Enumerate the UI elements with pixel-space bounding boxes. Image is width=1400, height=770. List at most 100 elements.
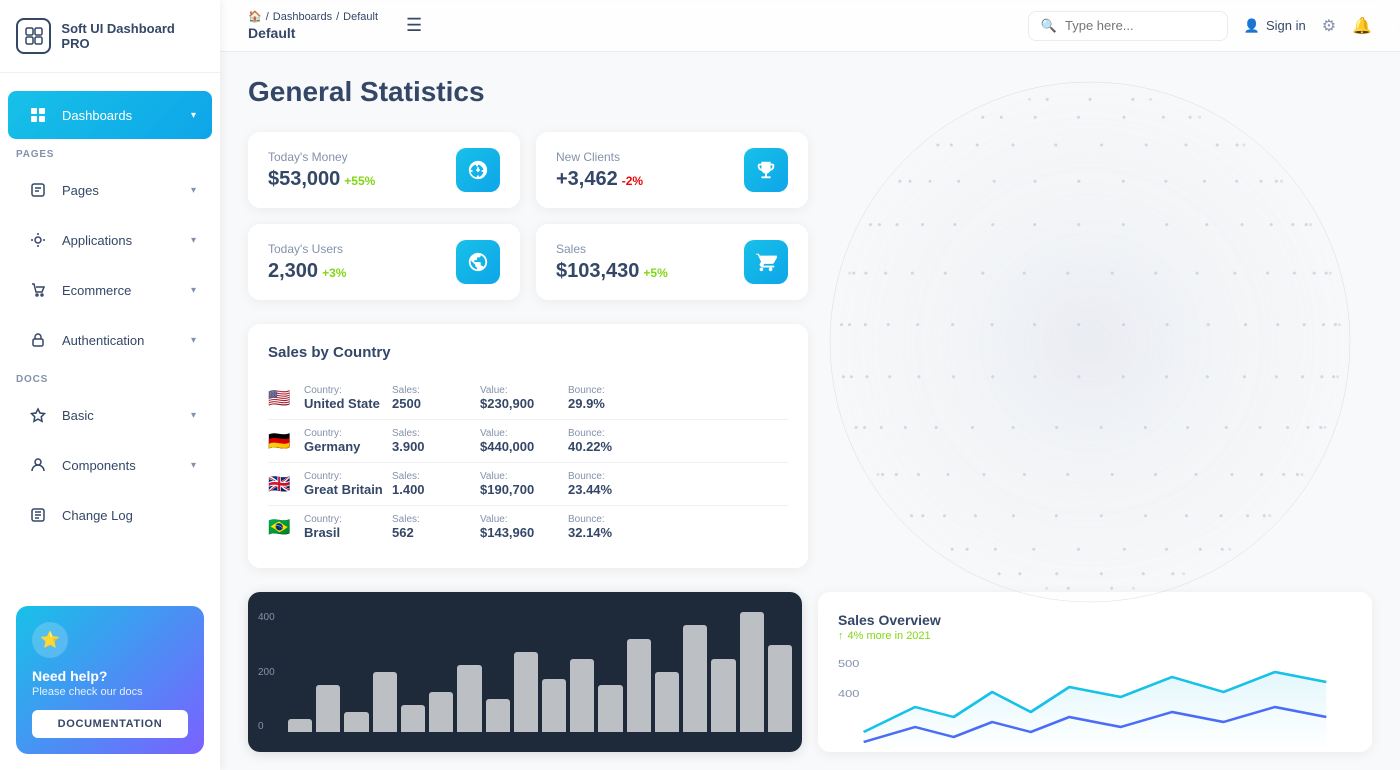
bar	[429, 692, 453, 732]
header: 🏠 / Dashboards / Default Default ☰ 🔍 👤 S…	[220, 0, 1400, 52]
sidebar-item-applications[interactable]: Applications ▾	[8, 216, 212, 264]
sales-overview-trend: ↑ 4% more in 2021	[838, 630, 1352, 642]
stat-card-money: Today's Money $53,000+55%	[248, 132, 520, 208]
bar	[288, 719, 312, 732]
pages-section-label: PAGES	[0, 141, 220, 164]
sidebar-item-basic[interactable]: Basic ▾	[8, 391, 212, 439]
docs-section-label: DOCS	[0, 366, 220, 389]
components-chevron: ▾	[191, 460, 196, 471]
dashboards-label: Dashboards	[62, 108, 132, 123]
authentication-icon	[24, 326, 52, 354]
users-change: +3%	[322, 266, 346, 280]
clients-label: New Clients	[556, 150, 744, 164]
money-value: $53,000+55%	[268, 168, 456, 191]
sidebar-item-ecommerce[interactable]: Ecommerce ▾	[8, 266, 212, 314]
users-value: 2,300+3%	[268, 260, 456, 283]
help-subtitle: Please check our docs	[32, 686, 188, 698]
authentication-label: Authentication	[62, 333, 144, 348]
globe-background	[800, 52, 1400, 672]
trend-text: 4% more in 2021	[848, 630, 931, 642]
money-change: +55%	[344, 174, 375, 188]
value-gb: $190,700	[480, 482, 560, 497]
y-label-400: 400	[258, 612, 275, 623]
sidebar-item-changelog[interactable]: Change Log	[8, 491, 212, 539]
bar-chart-y-labels: 400 200 0	[258, 612, 275, 732]
country-row-br: 🇧🇷 Country: Brasil Sales: 562 Value: $14…	[268, 506, 788, 548]
sidebar-item-pages[interactable]: Pages ▾	[8, 166, 212, 214]
value-us: $230,900	[480, 396, 560, 411]
breadcrumb-sep2: /	[336, 11, 339, 23]
country-row-us: 🇺🇸 Country: United State Sales: 2500 Val…	[268, 377, 788, 420]
flag-us: 🇺🇸	[268, 388, 296, 408]
documentation-button[interactable]: DOCUMENTATION	[32, 710, 188, 738]
basic-chevron: ▾	[191, 410, 196, 421]
sales-overview-title: Sales Overview	[838, 612, 1352, 628]
sales-overview-card: Sales Overview ↑ 4% more in 2021 500 400	[818, 592, 1372, 752]
stats-grid: Today's Money $53,000+55% New Clients	[248, 132, 808, 300]
sales-icon-box	[744, 240, 788, 284]
bar	[316, 685, 340, 732]
components-label: Components	[62, 458, 136, 473]
stat-card-users: Today's Users 2,300+3%	[248, 224, 520, 300]
col-label-bounce: Bounce:	[568, 385, 648, 396]
money-label: Today's Money	[268, 150, 456, 164]
bar	[711, 659, 735, 732]
dashboards-chevron: ▾	[191, 110, 196, 121]
breadcrumb-path: 🏠 / Dashboards / Default	[248, 10, 378, 23]
money-icon-box	[456, 148, 500, 192]
bell-icon[interactable]: 🔔	[1352, 16, 1372, 36]
bar	[344, 712, 368, 732]
country-row-de: 🇩🇪 Country: Germany Sales: 3.900 Value: …	[268, 420, 788, 463]
sidebar-logo: Soft UI Dashboard PRO	[0, 0, 220, 73]
help-title: Need help?	[32, 668, 188, 684]
bounce-de: 40.22%	[568, 439, 648, 454]
bounce-us: 29.9%	[568, 396, 648, 411]
country-name-de: Germany	[304, 439, 384, 454]
bar-chart-area	[288, 612, 792, 732]
basic-icon	[24, 401, 52, 429]
trend-up-icon: ↑	[838, 630, 844, 642]
page-title: General Statistics	[248, 76, 1372, 108]
components-icon	[24, 451, 52, 479]
bar	[570, 659, 594, 732]
changelog-icon	[24, 501, 52, 529]
user-icon: 👤	[1244, 18, 1260, 34]
ecommerce-chevron: ▾	[191, 285, 196, 296]
bar	[740, 612, 764, 732]
sales-country-title: Sales by Country	[268, 344, 788, 361]
users-icon-box	[456, 240, 500, 284]
applications-icon	[24, 226, 52, 254]
svg-text:500: 500	[838, 659, 859, 669]
users-label: Today's Users	[268, 242, 456, 256]
hamburger-button[interactable]: ☰	[398, 11, 430, 40]
country-row-gb: 🇬🇧 Country: Great Britain Sales: 1.400 V…	[268, 463, 788, 506]
bar	[768, 645, 792, 732]
sales-overview-chart: 500 400	[838, 652, 1352, 752]
sidebar-item-dashboards[interactable]: Dashboards ▾	[8, 91, 212, 139]
dashboards-icon	[24, 101, 52, 129]
logo-icon	[16, 18, 51, 54]
ecommerce-icon	[24, 276, 52, 304]
clients-icon-box	[744, 148, 788, 192]
sidebar-item-components[interactable]: Components ▾	[8, 441, 212, 489]
breadcrumb-sep1: /	[266, 11, 269, 23]
app-name: Soft UI Dashboard PRO	[61, 21, 204, 51]
pages-icon	[24, 176, 52, 204]
bar	[598, 685, 622, 732]
sales-de: 3.900	[392, 439, 472, 454]
bar	[457, 665, 481, 732]
sidebar-item-authentication[interactable]: Authentication ▾	[8, 316, 212, 364]
gear-icon[interactable]: ⚙	[1322, 16, 1336, 36]
sales-label: Sales	[556, 242, 744, 256]
y-label-200: 200	[258, 667, 275, 678]
breadcrumb-title: Default	[248, 25, 378, 41]
bar	[401, 705, 425, 732]
sidebar-nav: Dashboards ▾ PAGES Pages ▾	[0, 73, 220, 590]
flag-de: 🇩🇪	[268, 431, 296, 451]
sign-in-action[interactable]: 👤 Sign in	[1244, 18, 1306, 34]
sales-by-country-card: Sales by Country 🇺🇸 Country: United Stat…	[248, 324, 808, 568]
search-input[interactable]	[1065, 18, 1205, 33]
country-table: 🇺🇸 Country: United State Sales: 2500 Val…	[268, 377, 788, 548]
sign-in-label: Sign in	[1266, 18, 1306, 33]
bar-chart-card: 400 200 0	[248, 592, 802, 752]
